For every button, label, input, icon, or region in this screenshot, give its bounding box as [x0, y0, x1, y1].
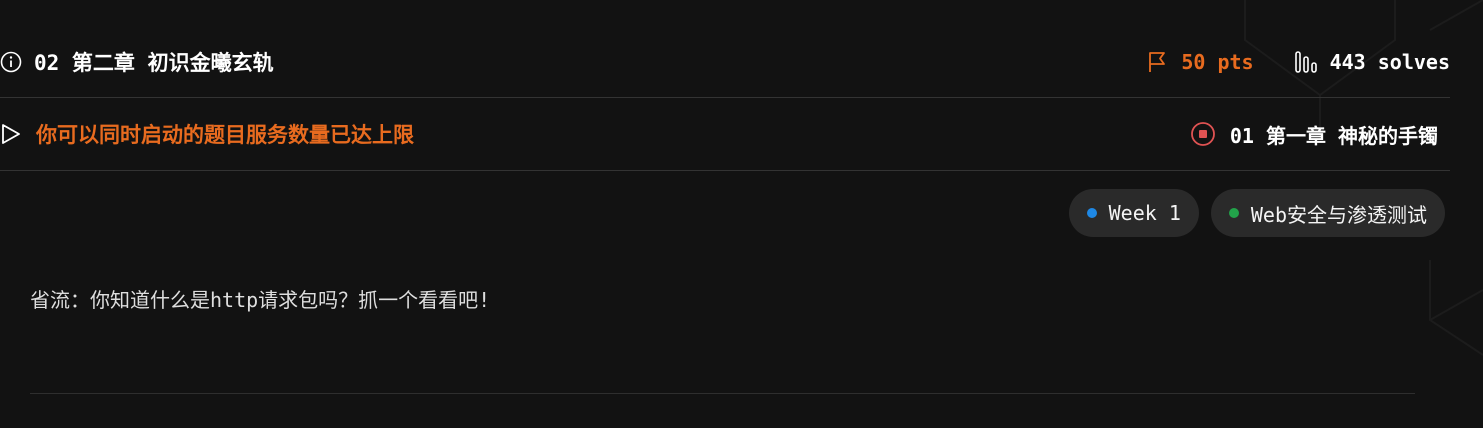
launch-service-button[interactable]: 你可以同时启动的题目服务数量已达上限 [0, 119, 414, 149]
challenge-description: 省流：你知道什么是http请求包吗？抓一个看看吧! [30, 288, 491, 312]
tag-week[interactable]: Week 1 [1068, 189, 1199, 237]
challenge-header: 02 第二章 初识金曦玄轨 50 pts 443 solves [0, 38, 1450, 86]
points-value: 50 pts [1181, 50, 1254, 74]
running-instance[interactable]: 01 第一章 神秘的手镯 [1190, 120, 1438, 149]
launch-limit-message: 你可以同时启动的题目服务数量已达上限 [36, 123, 414, 147]
info-icon[interactable] [0, 51, 22, 73]
bar-chart-icon [1294, 50, 1318, 74]
tag-category[interactable]: Web安全与渗透测试 [1210, 189, 1445, 237]
tag-label: Web安全与渗透测试 [1250, 202, 1427, 227]
flag-icon [1145, 50, 1169, 74]
divider [0, 170, 1450, 171]
points-badge: 50 pts [1145, 50, 1254, 74]
tag-dot [1086, 208, 1097, 218]
running-instance-label: 01 第一章 神秘的手镯 [1229, 123, 1438, 148]
tag-dot [1228, 208, 1239, 218]
divider [30, 393, 1415, 394]
tag-list: Week 1 Web安全与渗透测试 [1068, 189, 1445, 237]
challenge-title-group: 02 第二章 初识金曦玄轨 [0, 47, 274, 77]
play-icon [0, 123, 22, 145]
solves-value: 443 solves [1329, 50, 1450, 74]
tag-label: Week 1 [1108, 201, 1181, 225]
divider [0, 97, 1450, 98]
solves-badge: 443 solves [1294, 50, 1450, 74]
launch-row: 你可以同时启动的题目服务数量已达上限 01 第一章 神秘的手镯 [0, 110, 1450, 158]
challenge-meta: 50 pts 443 solves [1145, 50, 1450, 74]
challenge-title: 02 第二章 初识金曦玄轨 [34, 51, 274, 75]
stop-icon[interactable] [1190, 121, 1216, 147]
